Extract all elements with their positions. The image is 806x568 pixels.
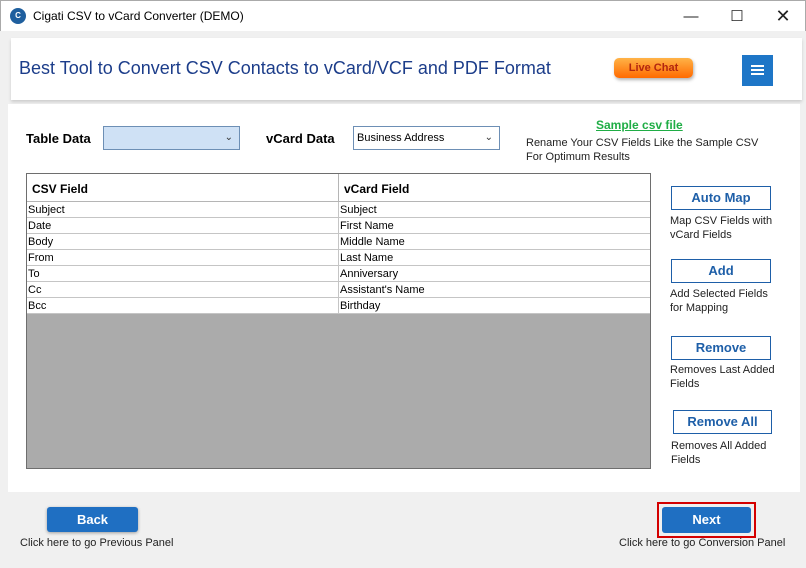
vcard-field-cell: First Name xyxy=(340,220,394,232)
hamburger-icon xyxy=(751,65,764,67)
close-button[interactable]: ✕ xyxy=(760,1,806,32)
add-description: Add Selected Fields for Mapping xyxy=(670,288,768,314)
column-divider xyxy=(338,266,339,282)
vcard-field-cell: Last Name xyxy=(340,252,394,264)
vcard-field-cell: Middle Name xyxy=(340,236,405,248)
csv-field-cell: Subject xyxy=(28,204,65,216)
csv-field-cell: Bcc xyxy=(28,300,47,312)
menu-button[interactable] xyxy=(742,55,773,86)
vcard-data-value: Business Address xyxy=(357,132,445,144)
table-row[interactable]: To Anniversary xyxy=(27,266,650,282)
page-title: Best Tool to Convert CSV Contacts to vCa… xyxy=(19,58,551,78)
vcard-data-label: vCard Data xyxy=(266,131,335,146)
table-row[interactable]: Date First Name xyxy=(27,218,650,234)
mapping-table: CSV Field vCard Field Subject Subject Da… xyxy=(26,173,651,469)
remove-description: Removes Last Added Fields xyxy=(670,364,775,390)
vcard-field-cell: Anniversary xyxy=(340,268,399,280)
title-bar: C Cigati CSV to vCard Converter (DEMO) —… xyxy=(0,0,806,31)
csv-field-cell: Date xyxy=(28,220,52,232)
table-data-select[interactable]: ⌄ xyxy=(103,126,240,150)
chevron-down-icon: ⌄ xyxy=(224,132,233,143)
live-chat-button[interactable]: Live Chat xyxy=(614,58,693,78)
column-divider xyxy=(338,174,339,202)
csv-field-cell: Cc xyxy=(28,284,42,296)
column-header-csv-field[interactable]: CSV Field xyxy=(32,182,88,196)
live-chat-label: Live Chat xyxy=(628,62,679,74)
app-header: Best Tool to Convert CSV Contacts to vCa… xyxy=(11,38,802,100)
maximize-button[interactable]: ☐ xyxy=(714,1,760,32)
table-data-label: Table Data xyxy=(26,131,91,146)
sample-csv-hint: Rename Your CSV Fields Like the Sample C… xyxy=(526,137,759,163)
vcard-field-cell: Subject xyxy=(340,204,377,216)
add-button[interactable]: Add xyxy=(671,259,771,283)
remove-all-description: Removes All Added Fields xyxy=(671,440,767,466)
column-divider xyxy=(338,202,339,218)
next-description: Click here to go Conversion Panel xyxy=(619,537,786,549)
remove-button[interactable]: Remove xyxy=(671,336,771,360)
table-row[interactable]: Subject Subject xyxy=(27,202,650,218)
table-row[interactable]: Body Middle Name xyxy=(27,234,650,250)
hamburger-icon xyxy=(751,69,764,71)
back-button[interactable]: Back xyxy=(47,507,138,532)
next-button[interactable]: Next xyxy=(662,507,751,533)
remove-all-button[interactable]: Remove All xyxy=(673,410,772,434)
table-row[interactable]: Cc Assistant's Name xyxy=(27,282,650,298)
hamburger-icon xyxy=(751,73,764,75)
column-divider xyxy=(338,282,339,298)
vcard-field-cell: Assistant's Name xyxy=(340,284,425,296)
column-divider xyxy=(338,298,339,314)
column-divider xyxy=(338,234,339,250)
sample-csv-link[interactable]: Sample csv file xyxy=(596,118,683,132)
table-row[interactable]: Bcc Birthday xyxy=(27,298,650,314)
csv-field-cell: To xyxy=(28,268,40,280)
auto-map-button[interactable]: Auto Map xyxy=(671,186,771,210)
vcard-field-cell: Birthday xyxy=(340,300,381,312)
auto-map-description: Map CSV Fields with vCard Fields xyxy=(670,215,773,241)
app-logo-icon: C xyxy=(10,8,26,24)
chevron-down-icon: ⌄ xyxy=(484,132,493,143)
csv-field-cell: Body xyxy=(28,236,54,248)
table-header: CSV Field vCard Field xyxy=(27,174,650,202)
column-divider xyxy=(338,218,339,234)
vcard-data-select[interactable]: Business Address ⌄ xyxy=(353,126,500,150)
column-divider xyxy=(338,250,339,266)
csv-field-cell: From xyxy=(28,252,54,264)
table-row[interactable]: From Last Name xyxy=(27,250,650,266)
minimize-button[interactable]: — xyxy=(668,1,714,32)
window-title: Cigati CSV to vCard Converter (DEMO) xyxy=(33,9,244,23)
back-description: Click here to go Previous Panel xyxy=(20,537,174,549)
column-header-vcard-field[interactable]: vCard Field xyxy=(344,182,409,196)
